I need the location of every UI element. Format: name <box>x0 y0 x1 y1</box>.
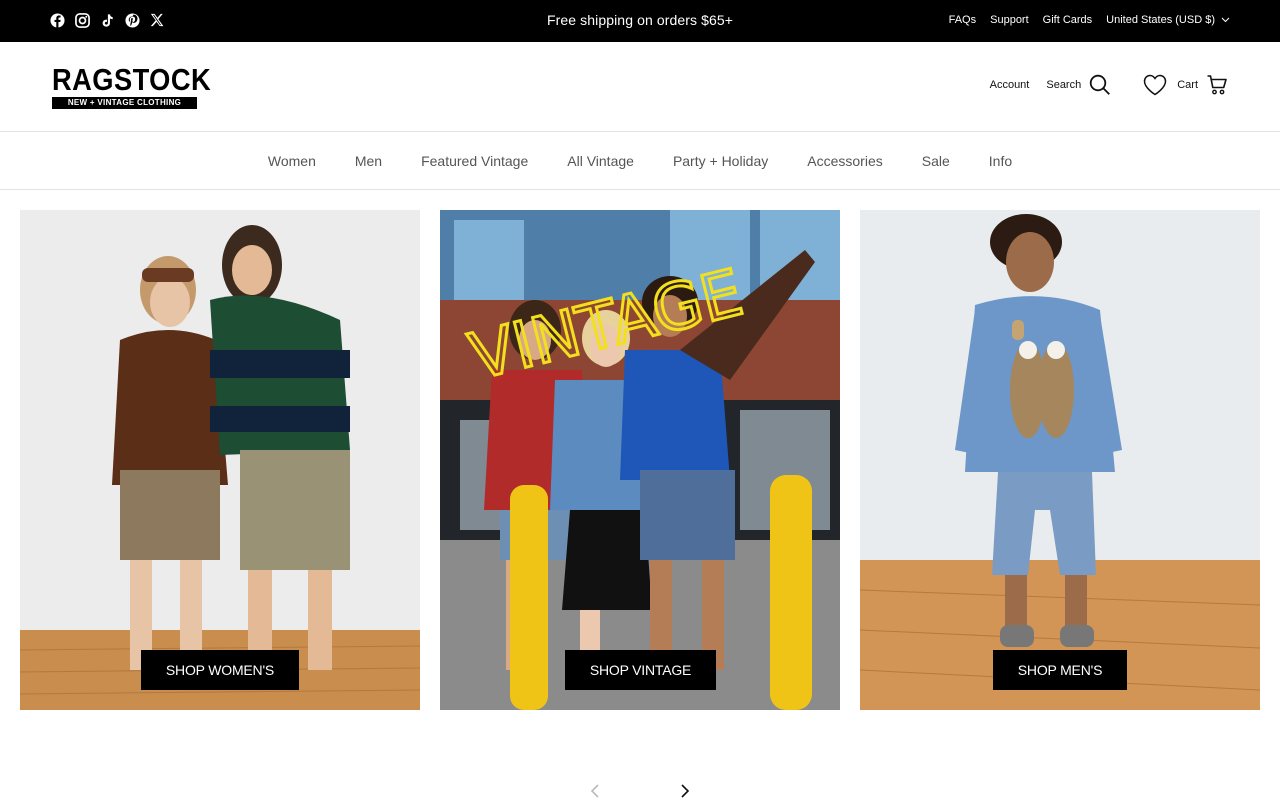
search-button[interactable]: Search <box>1046 74 1111 96</box>
pinterest-icon[interactable] <box>124 11 140 29</box>
carousel-prev-button[interactable] <box>585 782 605 800</box>
cart-button[interactable]: Cart <box>1177 74 1228 96</box>
account-link[interactable]: Account <box>990 79 1030 91</box>
nav-item-accessories[interactable]: Accessories <box>807 153 882 169</box>
faqs-link[interactable]: FAQs <box>949 14 977 26</box>
vintage-promo-tile[interactable]: VINTAGE SHOP VINTAGE <box>440 210 840 710</box>
nav-item-men[interactable]: Men <box>355 153 382 169</box>
main-nav: Women Men Featured Vintage All Vintage P… <box>0 132 1280 190</box>
carousel-next-button[interactable] <box>675 782 695 800</box>
cart-label: Cart <box>1177 79 1198 91</box>
men-promo-image <box>860 210 1260 710</box>
support-link[interactable]: Support <box>990 14 1029 26</box>
logo-wordmark: RAGSTOCK <box>52 62 212 97</box>
shop-mens-button[interactable]: SHOP MEN'S <box>993 650 1127 690</box>
logo[interactable]: RAGSTOCK NEW + VINTAGE CLOTHING <box>52 62 212 109</box>
gift-cards-link[interactable]: Gift Cards <box>1043 14 1093 26</box>
search-label: Search <box>1046 79 1082 91</box>
nav-item-party-holiday[interactable]: Party + Holiday <box>673 153 768 169</box>
instagram-icon[interactable] <box>74 11 90 29</box>
currency-selector[interactable]: United States (USD $) <box>1106 14 1230 26</box>
women-promo-tile[interactable]: SHOP WOMEN'S <box>20 210 420 710</box>
nav-item-women[interactable]: Women <box>268 153 316 169</box>
heart-icon <box>1143 74 1167 96</box>
cart-icon <box>1207 75 1227 95</box>
currency-label: United States (USD $) <box>1106 14 1215 26</box>
tiktok-icon[interactable] <box>99 11 115 29</box>
chevron-down-icon <box>1221 17 1230 23</box>
women-promo-image <box>20 210 420 710</box>
nav-item-all-vintage[interactable]: All Vintage <box>567 153 634 169</box>
header-actions: Account Search Cart <box>990 74 1228 96</box>
search-icon <box>1090 74 1111 95</box>
logo-tagline: NEW + VINTAGE CLOTHING <box>52 97 197 109</box>
nav-item-info[interactable]: Info <box>989 153 1012 169</box>
chevron-right-icon <box>681 784 690 798</box>
men-promo-tile[interactable]: SHOP MEN'S <box>860 210 1260 710</box>
wishlist-button[interactable] <box>1143 74 1167 96</box>
x-icon[interactable] <box>149 11 165 29</box>
shop-vintage-button[interactable]: SHOP VINTAGE <box>565 650 716 690</box>
facebook-icon[interactable] <box>49 11 65 29</box>
site-header: RAGSTOCK NEW + VINTAGE CLOTHING Account … <box>0 42 1280 132</box>
utility-links: FAQs Support Gift Cards United States (U… <box>949 14 1230 26</box>
social-links <box>49 11 165 29</box>
shop-womens-button[interactable]: SHOP WOMEN'S <box>141 650 299 690</box>
chevron-left-icon <box>590 784 599 798</box>
announcement-text[interactable]: Free shipping on orders $65+ <box>547 12 733 28</box>
announcement-bar: Free shipping on orders $65+ FAQs Suppor… <box>0 0 1280 42</box>
nav-item-featured-vintage[interactable]: Featured Vintage <box>421 153 528 169</box>
nav-item-sale[interactable]: Sale <box>922 153 950 169</box>
vintage-promo-image: VINTAGE <box>440 210 840 710</box>
